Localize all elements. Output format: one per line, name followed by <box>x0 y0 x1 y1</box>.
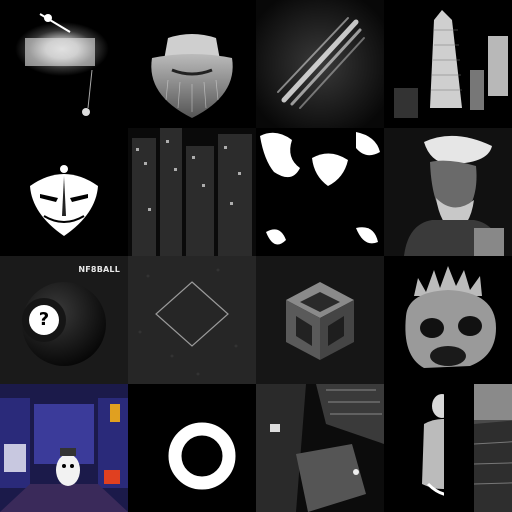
tile-nft-eight-ball[interactable]: NF8BALL ? <box>0 256 128 384</box>
dark-interior-artwork <box>256 384 384 512</box>
tile-split-pair <box>384 384 512 512</box>
glowing-machine-artwork <box>0 0 128 128</box>
pixel-room-artwork <box>0 384 128 512</box>
tile-tribal-mask[interactable] <box>0 128 128 256</box>
tile-glowing-machine[interactable] <box>0 0 128 128</box>
skyscrapers-artwork <box>384 0 512 128</box>
white-ring-artwork <box>128 384 256 512</box>
tile-inverted-figure[interactable] <box>384 384 444 512</box>
nft-gallery-grid: NF8BALL ? <box>0 0 512 512</box>
tile-ornate-cube[interactable] <box>256 256 384 384</box>
tile-white-ring[interactable] <box>128 384 256 512</box>
spiked-skull-artwork <box>384 256 512 384</box>
turbaned-elder-artwork <box>384 128 512 256</box>
ornate-cube-artwork <box>256 256 384 384</box>
city-night-artwork <box>128 128 256 256</box>
tile-diamond-outline[interactable] <box>128 256 256 384</box>
tribal-mask-artwork <box>0 128 128 256</box>
diamond-outline-artwork <box>128 256 256 384</box>
light-streaks-artwork <box>256 0 384 128</box>
splatter-artwork <box>256 128 384 256</box>
tile-pixel-room[interactable] <box>0 384 128 512</box>
question-mark-icon: ? <box>38 309 50 330</box>
bearded-face-artwork <box>128 0 256 128</box>
tile-spiked-skull[interactable] <box>384 256 512 384</box>
tile-skyscrapers[interactable] <box>384 0 512 128</box>
tile-light-streaks[interactable] <box>256 0 384 128</box>
tile-splatter[interactable] <box>256 128 384 256</box>
tile-dark-interior[interactable] <box>256 384 384 512</box>
stone-ruins-artwork <box>473 384 512 512</box>
eight-ball-artwork <box>0 256 128 384</box>
nft-brand-label: NF8BALL <box>78 265 120 274</box>
inverted-figure-artwork <box>418 384 444 512</box>
tile-bearded-face[interactable] <box>128 0 256 128</box>
tile-turbaned-elder[interactable] <box>384 128 512 256</box>
tile-stone-ruins[interactable] <box>444 384 512 512</box>
tile-city-night[interactable] <box>128 128 256 256</box>
